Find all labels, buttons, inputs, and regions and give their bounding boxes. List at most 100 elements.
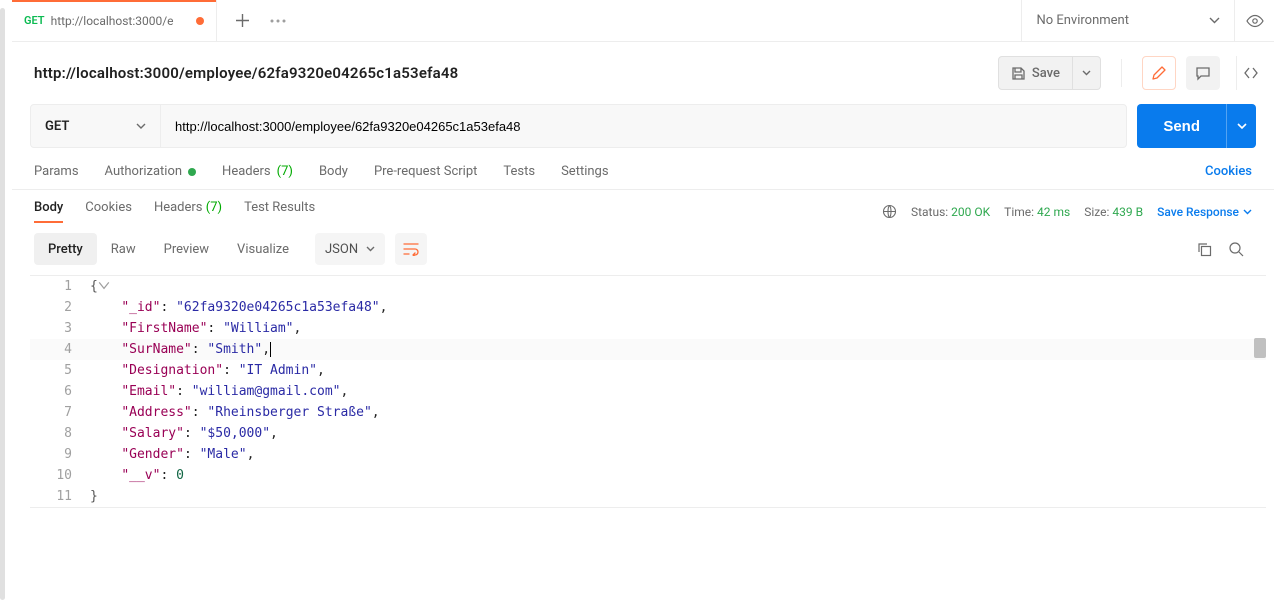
time-block[interactable]: Time: 42 ms xyxy=(1004,205,1070,219)
tab-settings[interactable]: Settings xyxy=(561,164,608,179)
environment-select[interactable]: No Environment xyxy=(1021,0,1234,41)
url-input[interactable] xyxy=(161,105,1126,147)
res-tab-body[interactable]: Body xyxy=(34,200,63,223)
code-token: "IT Admin" xyxy=(239,363,317,378)
code-token: "Gender" xyxy=(121,447,184,462)
code-token: "62fa9320e04265c1a53efa48" xyxy=(176,300,380,315)
text-cursor xyxy=(270,342,271,357)
environment-label: No Environment xyxy=(1036,13,1129,28)
language-label: JSON xyxy=(325,242,358,257)
chevron-down-icon xyxy=(136,123,146,129)
unsaved-dot-icon xyxy=(196,17,204,25)
view-toolbar: Pretty Raw Preview Visualize JSON xyxy=(12,223,1274,275)
cookies-link[interactable]: Cookies xyxy=(1205,164,1252,179)
code-token: "Email" xyxy=(121,384,176,399)
tab-actions xyxy=(235,0,286,41)
tab-method-label: GET xyxy=(24,14,45,27)
save-label: Save xyxy=(1032,66,1060,81)
response-body[interactable]: 1{ 2 "_id": "62fa9320e04265c1a53efa48", … xyxy=(30,275,1266,508)
chevron-down-icon xyxy=(1237,123,1247,129)
wrap-icon xyxy=(403,242,419,256)
code-token: 0 xyxy=(176,468,184,483)
view-preview[interactable]: Preview xyxy=(150,233,223,265)
chevron-down-icon xyxy=(1209,17,1220,24)
new-tab-button[interactable] xyxy=(235,13,250,28)
send-button[interactable]: Send xyxy=(1137,104,1226,148)
tab-prerequest[interactable]: Pre-request Script xyxy=(374,164,477,179)
size-block[interactable]: Size: 439 B xyxy=(1084,205,1143,219)
dots-icon xyxy=(270,19,286,23)
tab-headers[interactable]: Headers (7) xyxy=(222,164,293,179)
res-tab-headers-label: Headers xyxy=(154,200,203,215)
tab-authorization[interactable]: Authorization xyxy=(105,164,197,179)
environment-quicklook-button[interactable] xyxy=(1234,0,1274,41)
response-meta: Status: 200 OK Time: 42 ms Size: 439 B S… xyxy=(882,204,1252,219)
method-select[interactable]: GET xyxy=(31,105,161,147)
request-title-row: http://localhost:3000/employee/62fa9320e… xyxy=(12,42,1274,104)
right-sidebar-toggle[interactable] xyxy=(1236,56,1264,90)
chevron-down-icon xyxy=(366,246,375,252)
view-visualize[interactable]: Visualize xyxy=(223,233,303,265)
fold-icon[interactable] xyxy=(98,280,110,292)
tab-bar: GET http://localhost:3000/e No Environme… xyxy=(12,0,1274,42)
code-token: "Address" xyxy=(121,405,191,420)
save-icon xyxy=(1011,66,1026,81)
copy-icon xyxy=(1197,242,1212,257)
view-pretty[interactable]: Pretty xyxy=(34,233,97,265)
headers-count: (7) xyxy=(277,164,293,179)
save-response-button[interactable]: Save Response xyxy=(1157,205,1252,219)
code-token: "$50,000" xyxy=(200,426,270,441)
save-button[interactable]: Save xyxy=(998,56,1073,90)
request-name[interactable]: http://localhost:3000/employee/62fa9320e… xyxy=(34,64,458,82)
tab-body[interactable]: Body xyxy=(319,164,348,179)
code-token: "Salary" xyxy=(121,426,184,441)
code-token: "SurName" xyxy=(121,342,191,357)
copy-button[interactable] xyxy=(1188,233,1220,265)
code-token: "Rheinsberger Straße" xyxy=(207,405,371,420)
code-token: "__v" xyxy=(121,468,160,483)
tab-params[interactable]: Params xyxy=(34,164,79,179)
divider xyxy=(1121,59,1122,87)
status-block[interactable]: Status: 200 OK xyxy=(911,205,990,219)
res-tab-testresults[interactable]: Test Results xyxy=(244,200,315,223)
view-raw[interactable]: Raw xyxy=(97,233,150,265)
tab-headers-label: Headers xyxy=(222,164,271,179)
comment-button[interactable] xyxy=(1186,56,1220,90)
wrap-lines-button[interactable] xyxy=(395,233,427,265)
tab-options-button[interactable] xyxy=(270,19,286,23)
plus-icon xyxy=(235,13,250,28)
left-gutter-handle[interactable] xyxy=(0,8,5,600)
res-tab-headers[interactable]: Headers (7) xyxy=(154,200,222,223)
pencil-icon xyxy=(1151,65,1167,81)
url-bar: GET Send xyxy=(30,104,1256,148)
chevron-down-icon xyxy=(1082,70,1091,76)
workspace: GET http://localhost:3000/e No Environme… xyxy=(12,0,1274,608)
code-token: "william@gmail.com" xyxy=(192,384,341,399)
search-icon xyxy=(1228,241,1244,257)
search-button[interactable] xyxy=(1220,233,1252,265)
request-tabs: Params Authorization Headers (7) Body Pr… xyxy=(12,148,1274,189)
send-options-button[interactable] xyxy=(1226,104,1256,148)
method-label: GET xyxy=(45,119,69,134)
eye-icon xyxy=(1246,14,1264,28)
code-token: "_id" xyxy=(121,300,160,315)
globe-icon[interactable] xyxy=(882,204,897,219)
language-select[interactable]: JSON xyxy=(315,233,385,265)
code-token: "Smith" xyxy=(207,342,262,357)
edit-button[interactable] xyxy=(1142,56,1176,90)
code-token: "FirstName" xyxy=(121,321,207,336)
comment-icon xyxy=(1195,66,1211,81)
save-options-button[interactable] xyxy=(1073,56,1101,90)
tab-tests[interactable]: Tests xyxy=(503,164,535,179)
chevron-down-icon xyxy=(1243,209,1252,215)
tab-authorization-label: Authorization xyxy=(105,164,183,179)
code-token: } xyxy=(90,489,98,504)
res-tab-cookies[interactable]: Cookies xyxy=(85,200,132,223)
code-token: "Male" xyxy=(200,447,247,462)
response-tabs: Body Cookies Headers (7) Test Results St… xyxy=(12,190,1274,223)
res-headers-count: (7) xyxy=(206,200,222,215)
minimap-scroll[interactable] xyxy=(1254,338,1266,358)
auth-active-dot-icon xyxy=(188,168,196,176)
request-tab[interactable]: GET http://localhost:3000/e xyxy=(12,0,217,41)
code-token: "William" xyxy=(223,321,293,336)
